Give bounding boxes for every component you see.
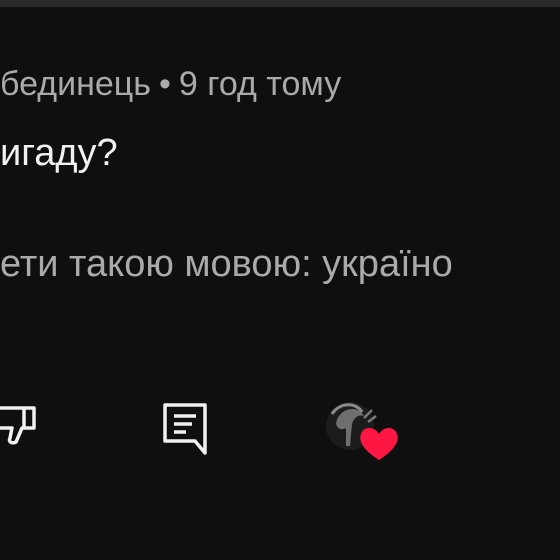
creator-heart-icon <box>326 402 398 460</box>
comment-timestamp[interactable]: 9 год тому <box>179 65 341 103</box>
top-divider <box>0 0 560 7</box>
comment-author[interactable]: бединець <box>0 65 151 103</box>
dislike-button[interactable] <box>0 398 40 452</box>
heart-icon <box>360 428 398 460</box>
meta-separator: • <box>158 65 171 103</box>
comment-text: игаду? <box>0 132 118 174</box>
reply-button[interactable] <box>158 398 212 456</box>
comment-card: бединець • 9 год тому игаду? ети такою мов… <box>0 0 560 560</box>
creator-heart-badge[interactable] <box>324 394 400 464</box>
thumb-down-icon <box>0 406 36 445</box>
translate-link[interactable]: ети такою мовою: україно <box>0 238 453 290</box>
reply-comment-icon <box>163 403 207 455</box>
comment-meta: бединець • 9 год тому <box>0 60 341 108</box>
